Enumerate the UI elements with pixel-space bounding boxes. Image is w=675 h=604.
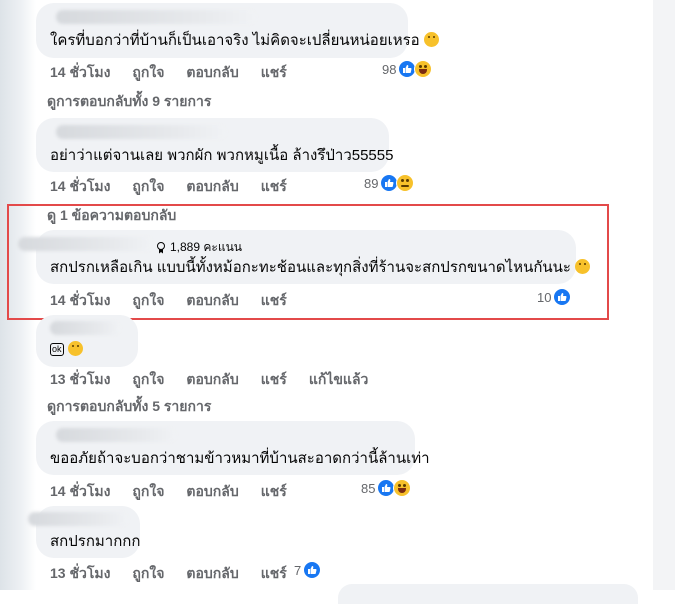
like-button[interactable]: ถูกใจ — [132, 62, 164, 84]
author-name[interactable] — [28, 512, 128, 526]
medal-icon — [156, 241, 166, 254]
badge-points: 1,889 คะแนน — [170, 240, 242, 254]
reaction-count: 89 — [364, 175, 379, 191]
grin-emoji-icon — [423, 32, 439, 47]
comment-bubble: ok — [36, 315, 138, 367]
share-button[interactable]: แชร์ — [261, 176, 287, 198]
like-button[interactable]: ถูกใจ — [132, 563, 164, 585]
timestamp[interactable]: 14 ชั่วโมง — [50, 481, 110, 503]
grin-emoji-icon — [575, 259, 591, 274]
reply-button[interactable]: ตอบกลับ — [186, 62, 238, 84]
comment-text: ใครที่บอกว่าที่บ้านก็เป็นเอาจริง ไม่คิดจ… — [50, 32, 420, 49]
comment-text: อย่าว่าแต่จานเลย พวกผัก พวกหมูเนื้อ ล้าง… — [50, 147, 394, 164]
laugh-emoji-icon — [393, 479, 412, 497]
comment-bubble: สกปรกมากกก — [28, 506, 141, 558]
reaction-summary[interactable]: 85 — [361, 479, 412, 497]
share-button[interactable]: แชร์ — [261, 563, 287, 585]
laugh-emoji-icon — [414, 60, 433, 78]
author-name[interactable] — [18, 237, 153, 251]
comment-bubble: อย่าว่าแต่จานเลย พวกผัก พวกหมูเนื้อ ล้าง… — [36, 118, 393, 172]
reply-button[interactable]: ตอบกลับ — [186, 563, 238, 585]
reply-button[interactable]: ตอบกลับ — [186, 369, 238, 391]
share-button[interactable]: แชร์ — [261, 369, 287, 391]
reaction-summary[interactable]: 7 — [294, 561, 322, 579]
like-button[interactable]: ถูกใจ — [132, 369, 164, 391]
like-button[interactable]: ถูกใจ — [132, 290, 164, 312]
author-name[interactable] — [50, 321, 120, 335]
reply-button[interactable]: ตอบกลับ — [186, 176, 238, 198]
share-button[interactable]: แชร์ — [261, 62, 287, 84]
comment-bubble: ขออภัยถ้าจะบอกว่าชามข้าวหมาที่บ้านสะอาดก… — [36, 421, 430, 475]
author-name[interactable] — [56, 10, 256, 24]
reaction-count: 10 — [537, 289, 552, 305]
reaction-count: 85 — [361, 480, 376, 496]
top-fan-badge: 1,889 คะแนน — [156, 238, 242, 257]
comment-actions: 13 ชั่วโมง ถูกใจ ตอบกลับ แชร์ แก้ไขแล้ว — [50, 369, 368, 391]
reply-button[interactable]: ตอบกลับ — [186, 481, 238, 503]
timestamp[interactable]: 14 ชั่วโมง — [50, 62, 110, 84]
like-button[interactable]: ถูกใจ — [132, 481, 164, 503]
comment-actions: 14 ชั่วโมง ถูกใจ ตอบกลับ แชร์ — [50, 290, 287, 312]
reaction-count: 7 — [294, 562, 302, 578]
edited-label: แก้ไขแล้ว — [308, 371, 369, 387]
comment-actions: 14 ชั่วโมง ถูกใจ ตอบกลับ แชร์ — [50, 481, 287, 503]
reaction-count: 98 — [382, 61, 397, 77]
view-replies-link[interactable]: ดูการตอบกลับทั้ง 5 รายการ — [47, 396, 211, 418]
comment-text: สกปรกเหลือเกิน แบบนี้ทั้งหม้อกะทะช้อนและ… — [50, 259, 571, 276]
comment-actions: 13 ชั่วโมง ถูกใจ ตอบกลับ แชร์ — [50, 563, 287, 585]
like-icon — [303, 561, 322, 579]
reaction-summary[interactable]: 10 — [537, 288, 572, 306]
laugh-emoji-icon — [67, 341, 83, 356]
timestamp[interactable]: 14 ชั่วโมง — [50, 290, 110, 312]
timestamp[interactable]: 13 ชั่วโมง — [50, 563, 110, 585]
like-button[interactable]: ถูกใจ — [132, 176, 164, 198]
reaction-summary[interactable]: 98 — [382, 60, 433, 78]
comment-bubble-partial — [338, 584, 638, 604]
view-replies-link[interactable]: ดูการตอบกลับทั้ง 9 รายการ — [47, 91, 211, 113]
share-button[interactable]: แชร์ — [261, 290, 287, 312]
sad-emoji-icon — [396, 174, 415, 192]
comment-actions: 14 ชั่วโมง ถูกใจ ตอบกลับ แชร์ — [50, 62, 287, 84]
like-icon — [553, 288, 572, 306]
comment-actions: 14 ชั่วโมง ถูกใจ ตอบกลับ แชร์ — [50, 176, 287, 198]
reply-button[interactable]: ตอบกลับ — [186, 290, 238, 312]
comment-text: ขออภัยถ้าจะบอกว่าชามข้าวหมาที่บ้านสะอาดก… — [50, 450, 430, 467]
ok-tag: ok — [50, 343, 64, 356]
author-name[interactable] — [56, 125, 226, 139]
comment-bubble: สกปรกเหลือเกิน แบบนี้ทั้งหม้อกะทะช้อนและ… — [18, 230, 591, 284]
share-button[interactable]: แชร์ — [261, 481, 287, 503]
comment-text: สกปรกมากกก — [50, 533, 141, 550]
comment-bubble: ใครที่บอกว่าที่บ้านก็เป็นเอาจริง ไม่คิดจ… — [36, 3, 439, 58]
right-edge — [653, 0, 675, 590]
reaction-summary[interactable]: 89 — [364, 174, 415, 192]
timestamp[interactable]: 14 ชั่วโมง — [50, 176, 110, 198]
author-name[interactable] — [56, 428, 176, 442]
timestamp[interactable]: 13 ชั่วโมง — [50, 369, 110, 391]
